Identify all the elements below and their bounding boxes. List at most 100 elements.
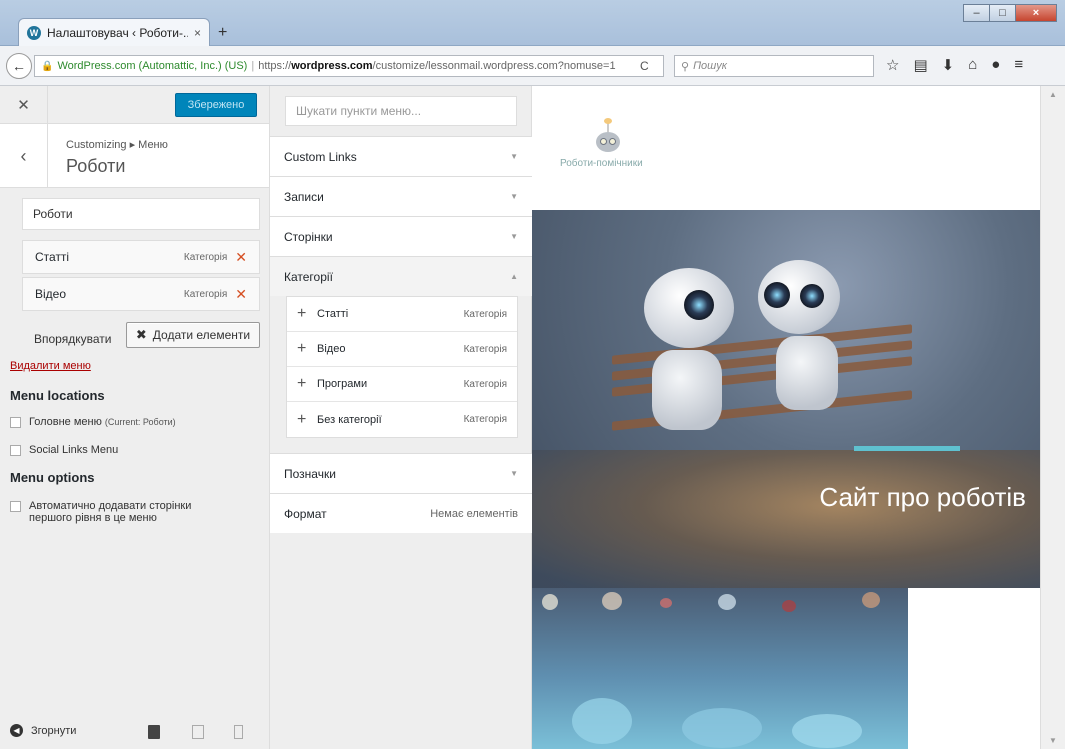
location-social-row[interactable]: Social Links Menu [10, 444, 118, 456]
robot-body-left [652, 350, 722, 430]
category-type: Категорія [463, 343, 507, 355]
section-label: Формат [284, 506, 327, 521]
remove-item-icon[interactable]: ✕ [235, 249, 247, 266]
url-bar[interactable]: 🔒 WordPress.com (Automattic, Inc.) (US) … [34, 55, 664, 77]
menu-hamburger-icon[interactable]: ≡ [1014, 56, 1023, 74]
menu-item-title: Статті [35, 250, 70, 264]
menu-item[interactable]: Статті Категорія ✕ [22, 240, 260, 274]
site-title[interactable]: Роботи-помічники [560, 158, 643, 169]
available-items-panel: Шукати пункти меню... Custom Links ▼ Зап… [270, 86, 532, 749]
search-placeholder: Пошук [693, 60, 727, 72]
section-label: Позначки [284, 466, 336, 481]
scroll-down-icon[interactable]: ▼ [1049, 736, 1057, 745]
url-separator: | [251, 60, 255, 72]
section-tags[interactable]: Позначки ▼ [270, 453, 532, 493]
customizer-sidebar: ✕ Збережено ‹ Customizing ▸ Меню Роботи … [0, 86, 270, 749]
hero-accent-bar [854, 446, 960, 451]
browser-toolbar-icons: ☆ ▤ ⬇ ⌂ ● ≡ [886, 56, 1023, 74]
robot-eye [800, 284, 824, 308]
section-label: Сторінки [284, 229, 333, 244]
category-name: Відео [317, 343, 346, 355]
section-custom-links[interactable]: Custom Links ▼ [270, 136, 532, 176]
plus-icon: + [297, 340, 307, 357]
auto-add-checkbox[interactable] [10, 501, 21, 512]
site-logo[interactable] [592, 118, 624, 154]
list-item[interactable]: + Відео Категорія [287, 332, 517, 367]
location-social-checkbox[interactable] [10, 445, 21, 456]
reorder-link[interactable]: Впорядкувати [34, 332, 111, 346]
minimize-button[interactable]: – [963, 4, 990, 22]
search-menu-items-input[interactable]: Шукати пункти меню... [285, 96, 517, 126]
robot-eye [764, 282, 790, 308]
add-items-button[interactable]: ✖ Додати елементи [126, 322, 260, 348]
add-items-label: Додати елементи [152, 328, 251, 342]
scroll-up-icon[interactable]: ▲ [1049, 90, 1057, 99]
back-button[interactable]: ← [6, 53, 32, 79]
delete-menu-link[interactable]: Видалити меню [10, 360, 91, 372]
location-primary-label: Головне меню [29, 416, 102, 428]
location-primary-checkbox[interactable] [10, 417, 21, 428]
auto-add-label-line1: Автоматично додавати сторінки [29, 500, 192, 512]
logo-eye [600, 138, 607, 145]
preview-scrollbar[interactable]: ▲ ▼ [1040, 86, 1065, 749]
chat-icon[interactable]: ● [991, 56, 1000, 74]
collapse-arrow-icon: ◀ [10, 724, 23, 737]
close-x-icon: ✖ [135, 327, 147, 342]
site-preview: Роботи-помічники Сайт про роботів [532, 86, 1040, 749]
bokeh-light [792, 714, 862, 748]
section-categories[interactable]: Категорії ▲ [270, 256, 532, 296]
desktop-preview-icon[interactable] [148, 725, 160, 739]
robot-eye [684, 290, 714, 320]
logo-eye [609, 138, 616, 145]
browser-search-input[interactable]: ⚲ Пошук [674, 55, 874, 77]
list-item[interactable]: + Програми Категорія [287, 367, 517, 402]
hero-title: Сайт про роботів [819, 482, 1026, 512]
tablet-preview-icon[interactable] [192, 725, 204, 739]
reading-list-icon[interactable]: ▤ [913, 56, 927, 74]
customizer-header: ✕ Збережено [0, 86, 269, 124]
list-item[interactable]: + Без категорії Категорія [287, 402, 517, 437]
hero-ground [532, 450, 1040, 588]
location-primary-row[interactable]: Головне меню (Current: Роботи) [10, 416, 176, 428]
back-chevron-icon[interactable]: ‹ [0, 124, 48, 188]
auto-add-label-line2: першого рівня в це меню [29, 512, 157, 524]
search-icon: ⚲ [681, 60, 690, 73]
bookmark-star-icon[interactable]: ☆ [886, 56, 899, 74]
chevron-down-icon: ▼ [510, 152, 518, 161]
collapse-button[interactable]: ◀ Згорнути [10, 724, 76, 737]
no-items-note: Немає елементів [430, 507, 518, 520]
section-pages[interactable]: Сторінки ▼ [270, 216, 532, 256]
new-tab-button[interactable]: + [218, 24, 227, 42]
remove-item-icon[interactable]: ✕ [235, 286, 247, 303]
list-item[interactable]: + Статті Категорія [287, 297, 517, 332]
bokeh-light [718, 594, 736, 610]
plus-icon: + [297, 375, 307, 392]
tab-close-icon[interactable]: × [194, 26, 201, 40]
home-icon[interactable]: ⌂ [968, 56, 977, 74]
window-controls: – □ × [963, 4, 1057, 22]
menu-name-input[interactable]: Роботи [22, 198, 260, 230]
maximize-button[interactable]: □ [989, 4, 1016, 22]
auto-add-row[interactable]: Автоматично додавати сторінки першого рі… [10, 500, 191, 524]
reload-icon[interactable]: C [640, 59, 649, 73]
chevron-down-icon: ▼ [510, 192, 518, 201]
window-close-button[interactable]: × [1015, 4, 1057, 22]
category-name: Статті [317, 308, 349, 320]
logo-antenna-tip [604, 118, 612, 124]
category-type: Категорія [463, 378, 507, 390]
menu-item[interactable]: Відео Категорія ✕ [22, 277, 260, 311]
section-label: Категорії [284, 269, 333, 284]
menu-item-title: Відео [35, 287, 67, 301]
section-posts[interactable]: Записи ▼ [270, 176, 532, 216]
browser-tab[interactable]: W Налаштовувач ‹ Роботи-... × [18, 18, 210, 46]
saved-button[interactable]: Збережено [175, 93, 257, 117]
bokeh-light [602, 592, 622, 610]
menu-options-heading: Menu options [10, 470, 95, 485]
download-icon[interactable]: ⬇ [942, 56, 955, 74]
bokeh-light [862, 592, 880, 608]
bokeh-light [572, 698, 632, 744]
section-format[interactable]: Формат Немає елементів [270, 493, 532, 533]
mobile-preview-icon[interactable] [234, 725, 243, 739]
close-customizer-icon[interactable]: ✕ [0, 86, 48, 124]
bokeh-light [660, 598, 672, 608]
